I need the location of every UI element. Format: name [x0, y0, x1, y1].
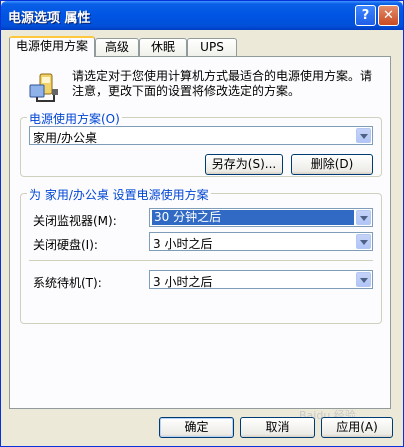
hard-disk-off-select[interactable]: 3 小时之后 — [149, 232, 373, 251]
power-schemes-group-label: 电源使用方案(O) — [27, 110, 122, 127]
window-title: 电源选项 属性 — [8, 11, 91, 26]
power-scheme-value: 家用/办公桌 — [33, 131, 98, 145]
power-options-icon — [29, 73, 58, 102]
chevron-down-icon[interactable] — [356, 210, 371, 225]
close-button[interactable]: ✕ — [378, 5, 399, 26]
monitor-off-select[interactable]: 30 分钟之后 — [149, 208, 373, 227]
monitor-off-label: 关闭监视器(M): — [33, 214, 117, 228]
chevron-down-icon[interactable] — [356, 272, 371, 287]
system-standby-label: 系统待机(T): — [33, 276, 102, 290]
power-schemes-group: 电源使用方案(O) 家用/办公桌 另存为(S)... 删除(D) — [20, 110, 382, 177]
save-as-button[interactable]: 另存为(S)... — [205, 154, 283, 175]
help-button[interactable]: ? — [355, 5, 376, 26]
monitor-off-value: 30 分钟之后 — [152, 210, 354, 225]
tab-advanced[interactable]: 高级 — [95, 38, 139, 57]
hard-disk-off-label: 关闭硬盘(I): — [33, 238, 98, 252]
scheme-settings-group-label: 为 家用/办公桌 设置电源使用方案 — [27, 186, 211, 203]
tab-ups[interactable]: UPS — [187, 38, 237, 57]
chevron-down-icon[interactable] — [356, 234, 371, 249]
tab-hibernate[interactable]: 休眠 — [139, 38, 187, 57]
system-standby-select[interactable]: 3 小时之后 — [149, 270, 373, 289]
delete-button[interactable]: 删除(D) — [291, 154, 373, 175]
tab-power-schemes[interactable]: 电源使用方案 — [9, 36, 95, 57]
ok-button[interactable]: 确定 — [159, 417, 234, 438]
system-standby-value: 3 小时之后 — [153, 275, 213, 289]
power-options-dialog: 电源选项 属性 ? ✕ 电源使用方案 高级 休眠 UPS 请选定对于您使用计算机… — [0, 0, 404, 447]
scheme-settings-group: 为 家用/办公桌 设置电源使用方案 关闭监视器(M): 30 分钟之后 关闭硬盘… — [20, 186, 382, 324]
intro-text: 请选定对于您使用计算机方式最适合的电源使用方案。请注意，更改下面的设置将修改选定… — [72, 69, 373, 98]
cancel-button[interactable]: 取消 — [240, 417, 315, 438]
settings-divider — [29, 260, 373, 261]
hard-disk-off-value: 3 小时之后 — [153, 237, 213, 251]
tab-panel-power-schemes: 请选定对于您使用计算机方式最适合的电源使用方案。请注意，更改下面的设置将修改选定… — [9, 56, 391, 409]
chevron-down-icon[interactable] — [356, 128, 371, 143]
power-scheme-select[interactable]: 家用/办公桌 — [29, 126, 373, 145]
apply-button[interactable]: 应用(A) — [321, 417, 393, 438]
title-bar[interactable]: 电源选项 属性 ? ✕ — [1, 1, 403, 30]
